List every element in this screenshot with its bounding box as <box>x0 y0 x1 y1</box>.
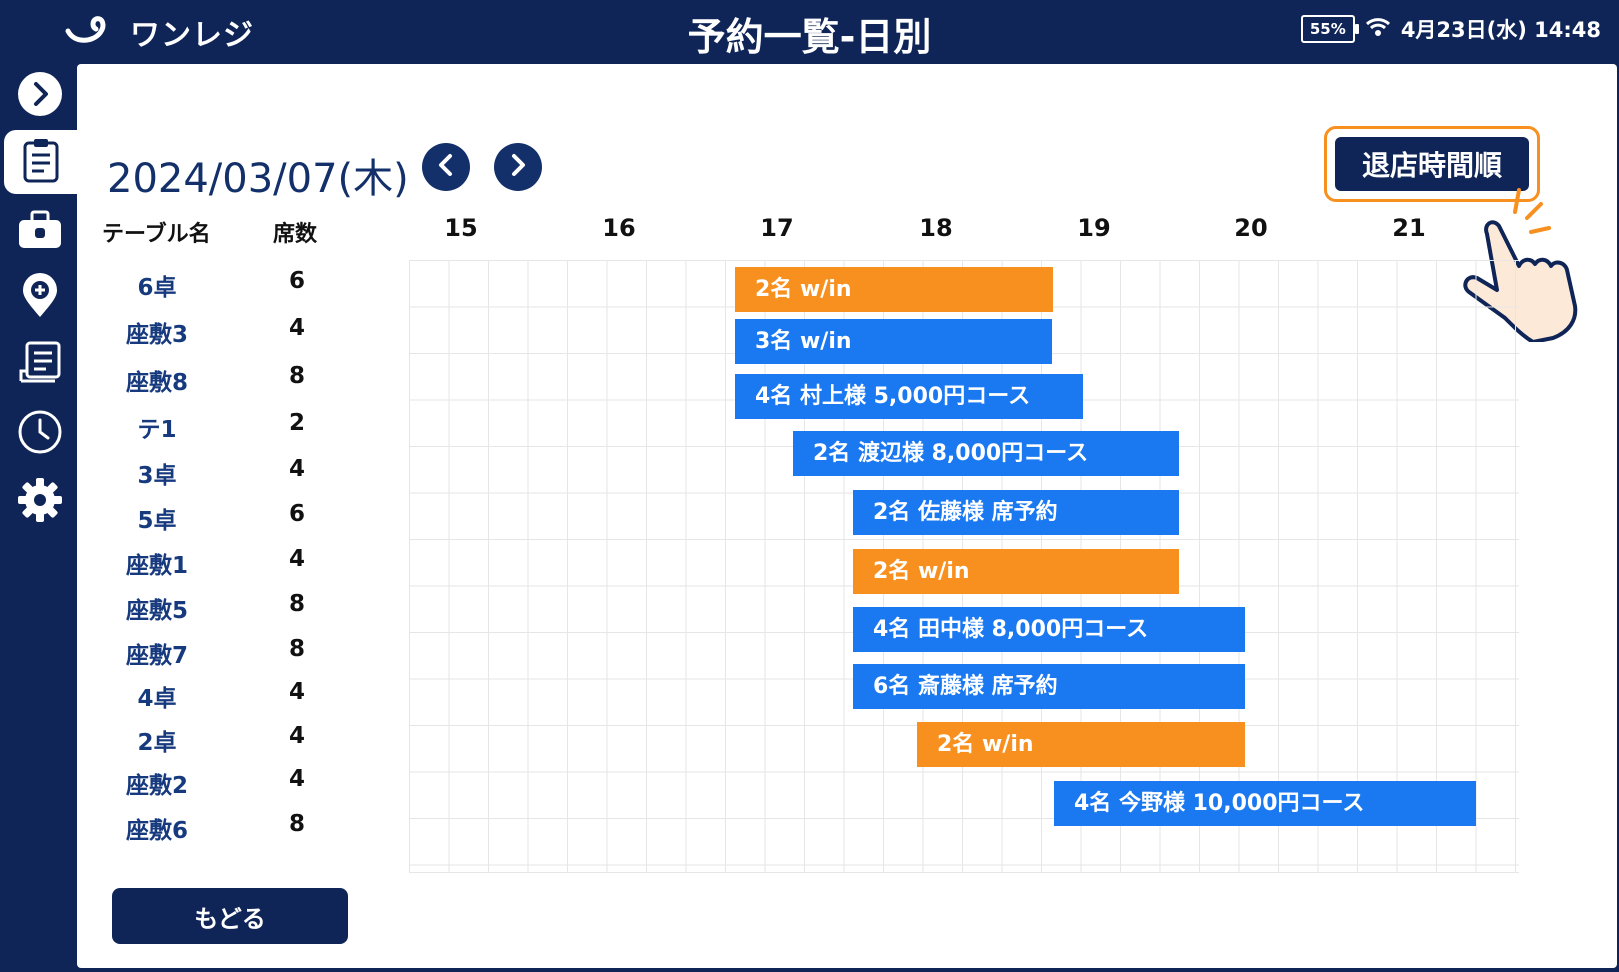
hour-label: 21 <box>1392 214 1426 242</box>
seat-count: 8 <box>288 636 305 662</box>
sidebar <box>0 64 77 972</box>
reservation-bar[interactable]: 2名 w/in <box>735 267 1053 312</box>
seat-count: 4 <box>288 456 305 482</box>
battery-icon: 55% <box>1300 15 1359 43</box>
table-name-header: テーブル名 <box>102 222 211 247</box>
datetime: 4月23日(水) 14:48 <box>1400 18 1601 42</box>
receipt-icon <box>17 341 63 391</box>
chevron-right-icon <box>508 153 528 181</box>
table-name: 2卓 <box>137 730 177 756</box>
table-name: 3卓 <box>137 463 177 489</box>
table-name: 座敷1 <box>125 553 188 579</box>
table-name: テ1 <box>137 417 177 443</box>
reservation-bar[interactable]: 6名 斎藤様 席予約 <box>853 664 1245 709</box>
chevron-left-icon <box>436 153 456 181</box>
seat-count: 8 <box>288 591 305 617</box>
hour-label: 18 <box>919 214 953 242</box>
sidebar-item-reservations[interactable] <box>4 130 77 194</box>
table-name: 4卓 <box>137 686 177 712</box>
seat-count-header: 席数 <box>273 222 318 247</box>
table-name: 座敷3 <box>125 322 188 348</box>
sidebar-item-receipts[interactable] <box>8 334 72 398</box>
reservation-bar[interactable]: 4名 田中様 8,000円コース <box>853 607 1245 652</box>
hour-label: 20 <box>1234 214 1268 242</box>
clipboard-icon <box>21 137 61 187</box>
table-name: 5卓 <box>137 508 177 534</box>
seat-count: 4 <box>288 766 305 792</box>
reservation-bar[interactable]: 3名 w/in <box>735 319 1052 364</box>
seat-count: 2 <box>288 410 305 436</box>
seat-count: 4 <box>288 679 305 705</box>
reservation-bar[interactable]: 2名 渡辺様 8,000円コース <box>793 431 1179 476</box>
table-name: 座敷7 <box>125 643 188 669</box>
seat-count: 6 <box>288 268 305 294</box>
back-button[interactable]: もどる <box>112 888 348 944</box>
reservation-bar[interactable]: 4名 村上様 5,000円コース <box>735 374 1083 419</box>
hour-label: 17 <box>760 214 794 242</box>
wifi-icon <box>1365 16 1391 43</box>
table-name: 座敷8 <box>125 370 188 396</box>
chevron-right-icon <box>17 71 63 121</box>
reservation-bar[interactable]: 2名 w/in <box>917 722 1245 767</box>
hour-label: 15 <box>444 214 478 242</box>
sidebar-item-location[interactable] <box>8 266 72 330</box>
map-pin-icon <box>20 273 60 323</box>
expand-sidebar-button[interactable] <box>8 64 72 128</box>
prev-day-button[interactable] <box>422 143 470 191</box>
reservation-bar[interactable]: 2名 佐藤様 席予約 <box>853 490 1179 535</box>
seat-count: 8 <box>288 811 305 837</box>
seat-count: 4 <box>288 723 305 749</box>
sidebar-item-register[interactable] <box>8 200 72 264</box>
gear-icon <box>17 477 63 527</box>
seat-count: 6 <box>288 501 305 527</box>
seat-count: 8 <box>288 363 305 389</box>
status-area: 55% 4月23日(水) 14:48 <box>1300 14 1601 44</box>
table-name: 座敷5 <box>125 598 188 624</box>
current-date: 2024/03/07(木) <box>107 156 409 202</box>
main-panel: 2024/03/07(木) 退店時間順 テーブル名 席数 15 16 17 18… <box>77 64 1617 968</box>
table-name: 6卓 <box>137 275 177 301</box>
reservation-bar[interactable]: 4名 今野様 10,000円コース <box>1054 781 1476 826</box>
seat-count: 4 <box>288 315 305 341</box>
table-name: 座敷6 <box>125 818 188 844</box>
seat-count: 4 <box>288 546 305 572</box>
hour-label: 19 <box>1077 214 1111 242</box>
hour-label: 16 <box>602 214 636 242</box>
register-icon <box>17 210 63 254</box>
reservation-bar[interactable]: 2名 w/in <box>853 549 1179 594</box>
next-day-button[interactable] <box>494 143 542 191</box>
sidebar-item-settings[interactable] <box>8 470 72 534</box>
sidebar-item-time[interactable] <box>8 402 72 466</box>
top-bar: ワンレジ 予約一覧-日別 55% 4月23日(水) 14:48 <box>0 0 1619 64</box>
clock-icon <box>17 409 63 459</box>
table-name: 座敷2 <box>125 773 188 799</box>
